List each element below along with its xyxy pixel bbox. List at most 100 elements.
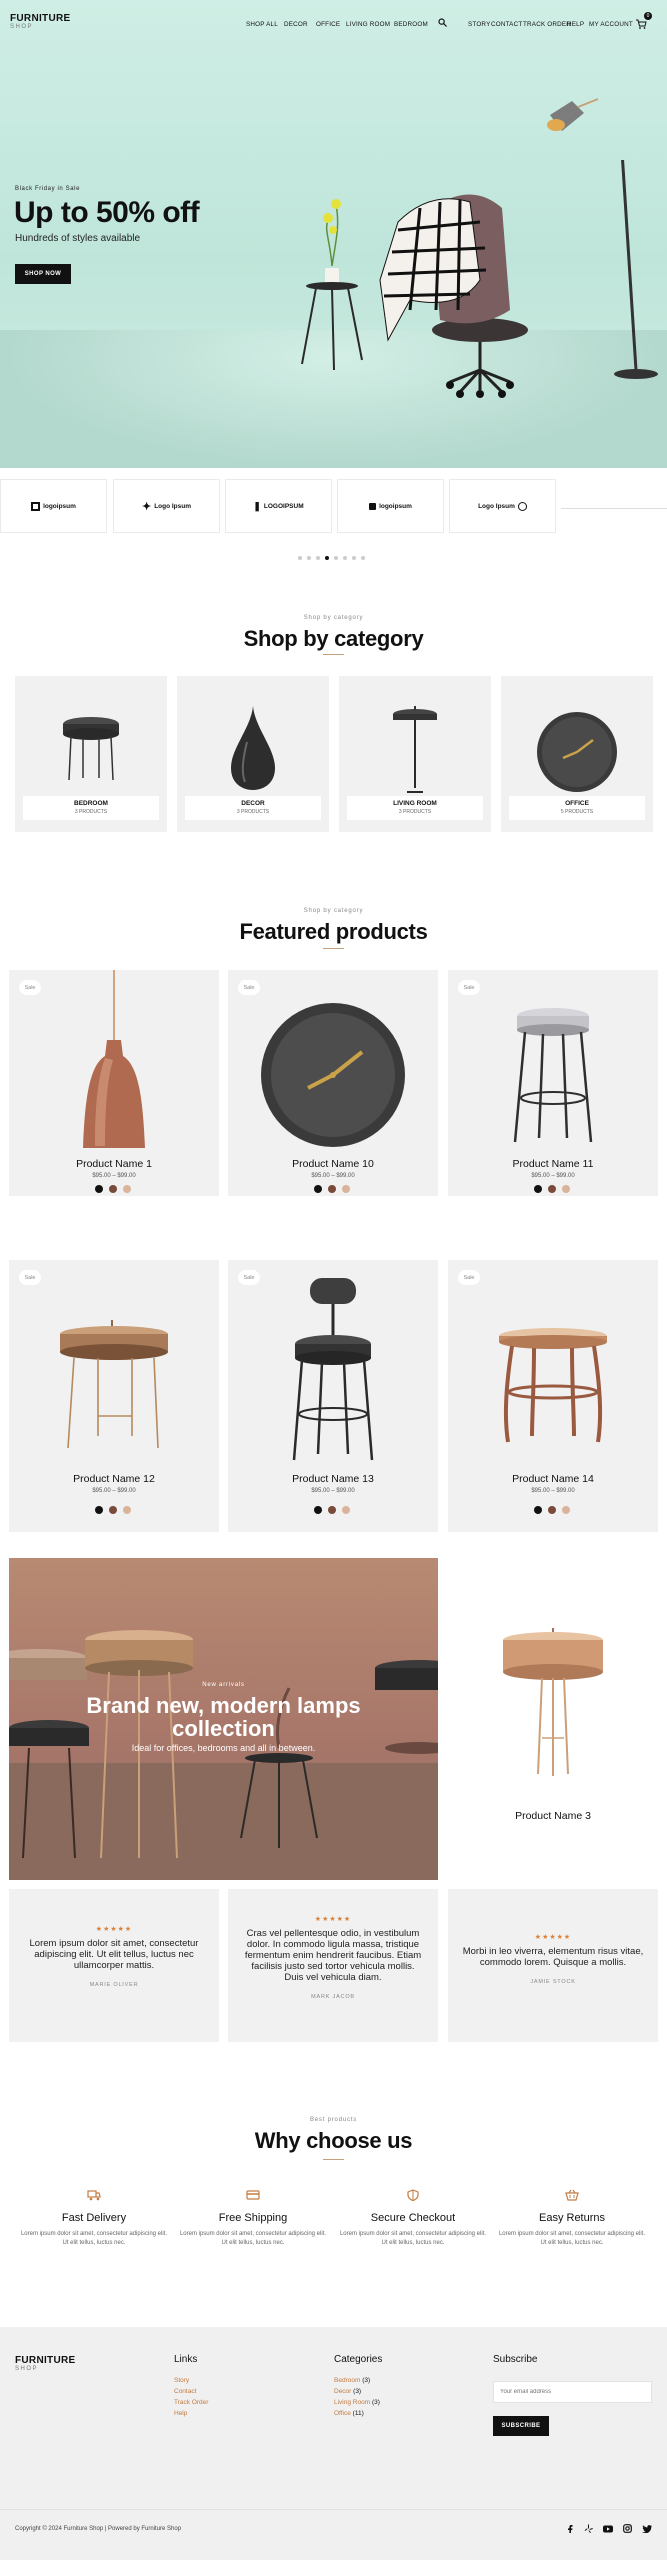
product-card[interactable]: Sale Product Name 12 $95.00 – $99.00 [9, 1260, 219, 1532]
nav-story[interactable]: STORY [468, 21, 490, 28]
nav-track-order[interactable]: TRACK ORDER [523, 21, 571, 28]
product-card[interactable]: Sale Product Name 14 $95.00 – $99.00 [448, 1260, 658, 1532]
category-label: LIVING ROOM 3 PRODUCTS [347, 796, 483, 820]
color-swatch-black[interactable] [95, 1185, 103, 1193]
hero-eyebrow: Black Friday in Sale [15, 186, 81, 192]
color-swatch-brown[interactable] [109, 1185, 117, 1193]
category-card-office[interactable]: OFFICE 5 PRODUCTS [501, 676, 653, 832]
product-name[interactable]: Product Name 11 [448, 1158, 658, 1170]
color-swatch-beige[interactable] [342, 1506, 350, 1514]
shop-now-button[interactable]: SHOP NOW [15, 264, 71, 284]
category-card-bedroom[interactable]: BEDROOM 3 PRODUCTS [15, 676, 167, 832]
footer-category-bedroom[interactable]: Bedroom (3) [334, 2377, 370, 2384]
testimonial-author: MARK JACOB [311, 1993, 355, 2000]
brand-logo-1[interactable]: logoipsum [0, 479, 107, 533]
carousel-dot[interactable] [343, 556, 347, 560]
nav-living-room[interactable]: LIVING ROOM [346, 21, 390, 28]
footer-category-office[interactable]: Office (11) [334, 2410, 364, 2417]
youtube-icon[interactable] [603, 2525, 613, 2533]
product-name[interactable]: Product Name 10 [228, 1158, 438, 1170]
product-name[interactable]: Product Name 12 [9, 1473, 219, 1485]
brand-logo-5[interactable]: Logo Ipsum [449, 479, 556, 533]
color-swatch-brown[interactable] [548, 1506, 556, 1514]
category-name: OFFICE [565, 800, 589, 807]
pendant-lamp-image [83, 970, 145, 1148]
email-field[interactable] [493, 2381, 652, 2403]
color-swatch-black[interactable] [534, 1506, 542, 1514]
subscribe-button[interactable]: SUBSCRIBE [493, 2416, 549, 2436]
color-swatch-black[interactable] [314, 1185, 322, 1193]
product-price: $95.00 – $99.00 [311, 1173, 355, 1179]
footer-category-living-room[interactable]: Living Room (3) [334, 2399, 380, 2406]
footer-link-story[interactable]: Story [174, 2377, 189, 2384]
product-card[interactable]: Sale Product Name 10 $95.00 – $99.00 [228, 970, 438, 1196]
nav-office[interactable]: OFFICE [316, 21, 340, 28]
why-item-title: Secure Checkout [370, 2212, 456, 2224]
nav-shop-all[interactable]: SHOP ALL [246, 21, 278, 28]
category-card-living-room[interactable]: LIVING ROOM 3 PRODUCTS [339, 676, 491, 832]
testimonial-text: Cras vel pellentesque odio, in vestibulu… [244, 1928, 422, 1983]
brand-sub: SHOP [10, 24, 34, 30]
brand-logo-2[interactable]: ✦ Logo Ipsum [113, 479, 220, 533]
why-item-text: Lorem ipsum dolor sit amet, consectetur … [179, 2231, 327, 2246]
color-swatch-brown[interactable] [328, 1185, 336, 1193]
bar-stool-image [513, 1008, 593, 1143]
carousel-dot-active[interactable] [325, 556, 329, 560]
product-name[interactable]: Product Name 13 [228, 1473, 438, 1485]
carousel-dot[interactable] [298, 556, 302, 560]
color-swatch-beige[interactable] [562, 1185, 570, 1193]
categories-title: Shop by category [243, 626, 424, 651]
chair-image [292, 1278, 374, 1461]
color-swatch-beige[interactable] [342, 1185, 350, 1193]
sale-badge: Sale [19, 1270, 41, 1285]
table-lamp-image [60, 1320, 168, 1449]
color-swatch-black[interactable] [95, 1506, 103, 1514]
promo-title: Brand new, modern lamps collection [9, 1694, 438, 1740]
featured-title: Featured products [239, 919, 428, 944]
brand-logo-3[interactable]: ❚ LOGOIPSUM [225, 479, 332, 533]
carousel-dot[interactable] [334, 556, 338, 560]
product-name[interactable]: Product Name 3 [448, 1810, 658, 1822]
promo-banner[interactable]: New arrivals Brand new, modern lamps col… [9, 1558, 438, 1880]
carousel-dot[interactable] [307, 556, 311, 560]
why-item-text: Lorem ipsum dolor sit amet, consectetur … [20, 2231, 168, 2246]
search-icon[interactable] [438, 18, 447, 27]
testimonial-author: MARIE OLIVER [89, 1981, 139, 1988]
card-icon [246, 2190, 260, 2200]
color-swatch-brown[interactable] [109, 1506, 117, 1514]
nav-bedroom[interactable]: BEDROOM [394, 21, 428, 28]
color-swatch-brown[interactable] [328, 1506, 336, 1514]
nav-contact[interactable]: CONTACT [491, 21, 522, 28]
yelp-icon[interactable] [584, 2524, 593, 2533]
carousel-dot[interactable] [352, 556, 356, 560]
carousel-dot[interactable] [361, 556, 365, 560]
color-swatch-brown[interactable] [548, 1185, 556, 1193]
brand-logo-4[interactable]: logoipsum [337, 479, 444, 533]
twitter-icon[interactable] [642, 2524, 652, 2533]
footer-link-contact[interactable]: Contact [174, 2388, 196, 2395]
nav-help[interactable]: HELP [567, 21, 584, 28]
footer-category-decor[interactable]: Decor (3) [334, 2388, 361, 2395]
color-swatch-black[interactable] [314, 1506, 322, 1514]
nav-my-account[interactable]: MY ACCOUNT [589, 21, 633, 28]
footer-link-track-order[interactable]: Track Order [174, 2399, 208, 2406]
product-name[interactable]: Product Name 1 [9, 1158, 219, 1170]
sale-badge: Sale [458, 1270, 480, 1285]
color-swatch-black[interactable] [534, 1185, 542, 1193]
promo-side-product[interactable]: Product Name 3 [448, 1558, 658, 1880]
footer-logo[interactable]: FURNITURE SHOP [15, 2355, 75, 2372]
product-card[interactable]: Sale Product Name 1 $95.00 – $99.00 [9, 970, 219, 1196]
facebook-icon[interactable] [566, 2524, 574, 2533]
product-card[interactable]: Sale Product Name 11 $95.00 – $99.00 [448, 970, 658, 1196]
product-name[interactable]: Product Name 14 [448, 1473, 658, 1485]
category-card-decor[interactable]: DECOR 3 PRODUCTS [177, 676, 329, 832]
color-swatch-beige[interactable] [123, 1506, 131, 1514]
carousel-dot[interactable] [316, 556, 320, 560]
nav-decor[interactable]: DECOR [284, 21, 308, 28]
color-swatch-beige[interactable] [562, 1506, 570, 1514]
instagram-icon[interactable] [623, 2524, 632, 2533]
footer-link-help[interactable]: Help [174, 2410, 187, 2417]
brand-logo[interactable]: FURNITURE SHOP [10, 13, 70, 30]
color-swatch-beige[interactable] [123, 1185, 131, 1193]
product-card[interactable]: Sale Product Name 13 $95.00 – $99.00 [228, 1260, 438, 1532]
